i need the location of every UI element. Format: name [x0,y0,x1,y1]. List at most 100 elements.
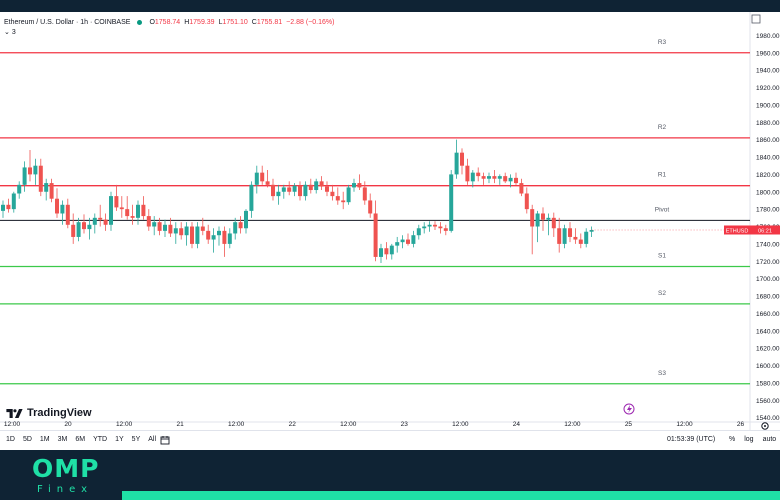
range-button-5y[interactable]: 5Y [132,436,141,443]
range-button-1d[interactable]: 1D [6,436,15,443]
range-button-6m[interactable]: 6M [75,436,85,443]
range-button-3m[interactable]: 3M [58,436,68,443]
candle-body[interactable] [319,181,324,187]
candle-body[interactable] [368,200,373,214]
candle-body[interactable] [573,236,578,240]
candle-body[interactable] [157,222,162,231]
candle-body[interactable] [449,174,454,231]
candle-body[interactable] [395,242,400,246]
candle-body[interactable] [362,187,367,201]
range-button-all[interactable]: All [148,436,156,443]
candle-body[interactable] [260,172,265,182]
auto-scale-toggle[interactable]: auto [763,436,777,443]
candle-body[interactable] [389,245,394,255]
candle-body[interactable] [454,152,459,175]
candle-body[interactable] [584,231,589,244]
candle-body[interactable] [44,183,49,192]
candle-body[interactable] [487,176,491,179]
candle-body[interactable] [519,183,524,194]
candle-body[interactable] [195,226,200,244]
candle-body[interactable] [17,184,22,194]
candle-body[interactable] [109,196,113,225]
candle-body[interactable] [184,226,189,236]
percent-scale-toggle[interactable]: % [729,436,735,443]
candle-body[interactable] [179,228,184,236]
candle-body[interactable] [433,224,437,227]
candle-body[interactable] [427,224,432,227]
candle-body[interactable] [227,233,232,244]
indicator-toggle[interactable]: ⌄ 3 [4,28,16,37]
candle-body[interactable] [524,193,529,210]
candle-body[interactable] [206,230,211,240]
candle-body[interactable] [460,152,464,166]
candle-body[interactable] [411,235,416,244]
candle-body[interactable] [265,181,270,185]
candle-body[interactable] [438,226,443,229]
range-button-ytd[interactable]: YTD [93,436,107,443]
candle-body[interactable] [38,165,43,192]
candle-body[interactable] [222,230,227,244]
candle-body[interactable] [98,217,103,220]
candle-body[interactable] [152,222,157,227]
candle-body[interactable] [357,183,362,188]
candle-body[interactable] [303,184,308,197]
candle-body[interactable] [276,191,281,197]
candle-body[interactable] [497,176,502,179]
candle-body[interactable] [373,213,378,257]
candle-body[interactable] [481,176,486,179]
candle-body[interactable] [233,222,238,234]
candle-body[interactable] [346,187,351,203]
candle-body[interactable] [551,217,556,229]
candle-body[interactable] [163,224,167,231]
candle-body[interactable] [308,184,313,191]
candle-body[interactable] [6,204,11,210]
candle-body[interactable] [557,228,562,244]
chevron-down-icon[interactable]: ⌄ [4,28,10,36]
candle-body[interactable] [33,165,38,175]
candle-body[interactable] [330,191,335,197]
candle-body[interactable] [422,226,427,229]
candle-body[interactable] [65,204,70,225]
chart-area[interactable]: R3 R2 R1 Pivot S1 S2 S3 1540.00 1560.00 1580.00 1… [0,12,780,450]
candle-body[interactable] [244,210,248,229]
candle-body[interactable] [28,167,32,175]
candle-body[interactable] [476,172,481,177]
lightning-event-icon[interactable] [623,403,635,415]
candle-body[interactable] [287,187,292,192]
log-scale-toggle[interactable]: log [744,436,753,443]
candle-body[interactable] [352,183,356,188]
price-chart[interactable]: R3 R2 R1 Pivot S1 S2 S3 1540.00 1560.00 1580.00 1… [0,12,780,430]
candle-body[interactable] [470,172,475,182]
candle-body[interactable] [406,239,410,244]
candle-body[interactable] [281,187,286,192]
candle-body[interactable] [465,165,470,182]
candle-body[interactable] [541,213,545,220]
candle-body[interactable] [292,185,297,192]
candle-body[interactable] [87,224,92,230]
candle-body[interactable] [535,213,540,227]
candle-body[interactable] [11,193,16,210]
utc-clock[interactable]: 01:53:39 (UTC) [667,436,715,443]
gear-icon[interactable] [761,422,769,430]
candle-body[interactable] [492,176,497,179]
candle-body[interactable] [217,230,221,236]
candle-body[interactable] [335,196,340,201]
candle-body[interactable] [325,186,329,192]
candle-body[interactable] [130,216,135,218]
candle-body[interactable] [514,177,518,184]
candle-body[interactable] [341,200,346,203]
candle-body[interactable] [568,228,572,237]
candle-body[interactable] [578,239,583,244]
candle-body[interactable] [254,172,259,185]
candle-body[interactable] [249,184,254,211]
candle-body[interactable] [119,207,124,210]
candle-body[interactable] [416,228,421,236]
candle-body[interactable] [298,185,302,197]
candle-body[interactable] [146,216,151,227]
candle-body[interactable] [503,176,508,182]
candle-body[interactable] [82,222,86,230]
candle-body[interactable] [125,209,130,217]
candle-body[interactable] [190,226,194,244]
candle-body[interactable] [76,222,81,237]
candle-body[interactable] [168,224,173,234]
